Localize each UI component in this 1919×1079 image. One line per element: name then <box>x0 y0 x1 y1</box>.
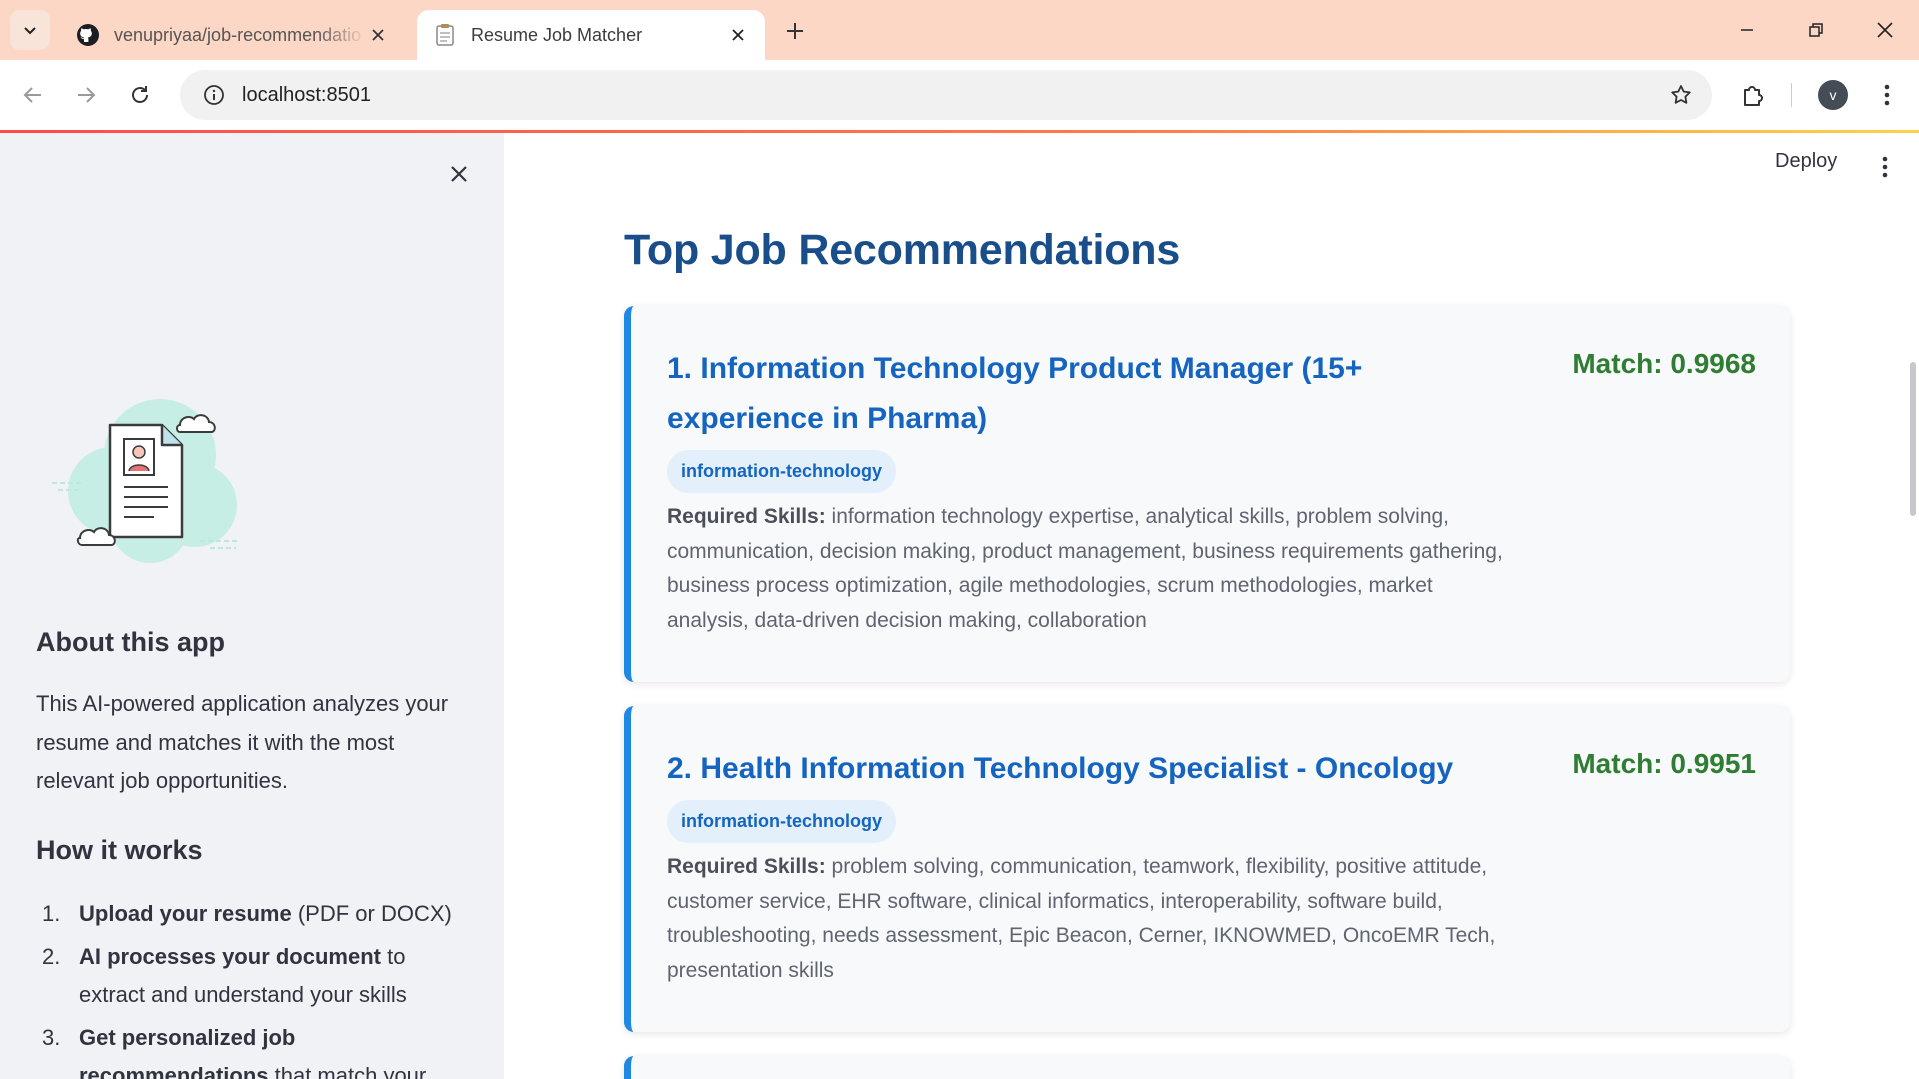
new-tab-button[interactable] <box>778 14 812 48</box>
toolbar-divider <box>1791 83 1792 107</box>
required-skills: Required Skills: problem solving, commun… <box>667 850 1507 988</box>
close-window-button[interactable] <box>1860 8 1910 52</box>
step-bold-text: Upload your resume <box>79 901 292 926</box>
forward-button[interactable] <box>67 76 105 114</box>
match-score: Match: 0.9968 <box>1572 348 1756 379</box>
sidebar: About this app This AI-powered applicati… <box>0 133 504 1079</box>
browser-toolbar: localhost:8501 v <box>0 60 1919 130</box>
restore-button[interactable] <box>1791 8 1841 52</box>
tab-github[interactable]: venupriyaa/job-recommendatio <box>60 10 405 60</box>
restore-icon <box>1809 23 1823 37</box>
arrow-right-icon <box>78 87 96 103</box>
minimize-icon <box>1741 29 1753 31</box>
chevron-down-icon <box>24 27 36 35</box>
close-tab-icon[interactable] <box>727 24 749 46</box>
url-text[interactable]: localhost:8501 <box>242 84 1656 107</box>
reload-icon <box>132 86 148 103</box>
job-card: 2. Health Information Technology Special… <box>624 706 1790 1032</box>
github-icon <box>76 23 100 47</box>
close-tab-icon[interactable] <box>367 24 389 46</box>
skills-label: Required Skills: <box>667 855 826 878</box>
browser-menu-button[interactable] <box>1868 76 1906 114</box>
document-icon <box>433 23 457 47</box>
kebab-menu-icon <box>1882 156 1888 178</box>
tab-title: venupriyaa/job-recommendatio <box>114 24 362 45</box>
step-number: 2. <box>42 944 61 969</box>
deploy-button[interactable]: Deploy <box>1775 150 1837 173</box>
job-card: 1. Information Technology Product Manage… <box>624 306 1790 682</box>
list-item: 1. Upload your resume (PDF or DOCX) <box>36 895 476 933</box>
step-number: 3. <box>42 1025 61 1050</box>
site-info-icon[interactable] <box>190 84 238 106</box>
job-card <box>624 1056 1790 1079</box>
step-bold-text: Get personalized job recommendations <box>79 1025 296 1079</box>
scrollbar-thumb[interactable] <box>1910 362 1916 516</box>
step-bold-text: AI processes your document <box>79 944 381 969</box>
about-text: This AI-powered application analyzes you… <box>36 691 449 793</box>
list-item: 2. AI processes your document to extract … <box>36 938 476 1014</box>
job-title: 2. Health Information Technology Special… <box>667 752 1454 785</box>
list-item: 3. Get personalized job recommendations t… <box>36 1019 476 1079</box>
required-skills: Required Skills: information technology … <box>667 500 1507 638</box>
tab-search-button[interactable] <box>10 10 50 50</box>
category-badge: information-technology <box>667 450 896 493</box>
close-icon <box>451 166 467 182</box>
tab-title: Resume Job Matcher <box>471 24 643 45</box>
page-title: Top Job Recommendations <box>624 226 1181 274</box>
plus-icon <box>787 23 803 39</box>
category-badge: information-technology <box>667 800 896 843</box>
extensions-button[interactable] <box>1734 76 1772 114</box>
step-number: 1. <box>42 901 61 926</box>
back-button[interactable] <box>14 76 52 114</box>
tab-resume-job-matcher[interactable]: Resume Job Matcher <box>417 10 765 60</box>
step-text: (PDF or DOCX) <box>291 901 452 926</box>
arrow-left-icon <box>23 87 41 103</box>
kebab-menu-icon <box>1884 84 1890 106</box>
address-bar[interactable]: localhost:8501 <box>180 70 1712 120</box>
close-sidebar-button[interactable] <box>440 155 478 193</box>
resume-illustration-icon <box>50 373 260 583</box>
profile-avatar[interactable]: v <box>1818 80 1848 110</box>
skills-label: Required Skills: <box>667 505 826 528</box>
puzzle-icon <box>1744 86 1763 106</box>
match-score: Match: 0.9951 <box>1572 748 1756 779</box>
close-icon <box>1877 22 1893 38</box>
how-it-works-heading: How it works <box>36 835 203 865</box>
browser-tab-strip: venupriyaa/job-recommendatio Resume Job … <box>0 0 1919 60</box>
job-title: 1. Information Technology Product Manage… <box>667 352 1363 435</box>
app-menu-button[interactable] <box>1870 152 1900 182</box>
how-it-works-list: 1. Upload your resume (PDF or DOCX) 2. AI … <box>36 895 476 1079</box>
bookmark-star-icon[interactable] <box>1656 83 1706 107</box>
reload-button[interactable] <box>121 76 159 114</box>
step-text: that match your <box>268 1063 427 1079</box>
about-heading: About this app <box>36 627 225 657</box>
minimize-button[interactable] <box>1722 8 1772 52</box>
